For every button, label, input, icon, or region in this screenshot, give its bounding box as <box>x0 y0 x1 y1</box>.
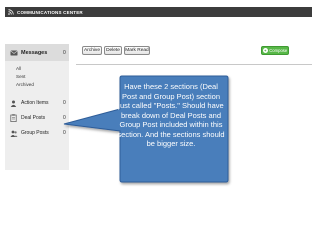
person-icon <box>9 99 18 108</box>
messages-count: 0 <box>63 49 66 56</box>
delete-button[interactable]: Delete <box>104 46 122 55</box>
archive-button[interactable]: Archive <box>82 46 102 55</box>
sidebar-folder-archived[interactable]: Archived <box>16 82 34 87</box>
sidebar-item-group-posts[interactable]: Group Posts 0 <box>5 128 69 138</box>
sidebar-item-label: Deal Posts <box>21 115 46 121</box>
clipboard-icon <box>9 114 18 123</box>
sidebar: Messages 0 All Sent Archived Action Item… <box>5 44 69 170</box>
sidebar-item-deal-posts[interactable]: Deal Posts 0 <box>5 113 69 123</box>
envelope-icon <box>9 48 18 57</box>
compose-button[interactable]: + Compose <box>261 46 289 55</box>
sidebar-item-label: Messages <box>21 49 48 56</box>
callout-text: Have these 2 sections (Deal Post and Gro… <box>117 82 225 148</box>
app-header-bar: COMMUNICATIONS CENTER <box>5 7 312 17</box>
sidebar-item-label: Action Items <box>21 100 49 106</box>
sidebar-folder-sent[interactable]: Sent <box>16 74 25 79</box>
mark-read-button[interactable]: Mark Read <box>124 46 150 55</box>
app-title: COMMUNICATIONS CENTER <box>17 9 83 15</box>
action-items-count: 0 <box>63 100 66 106</box>
sidebar-folder-all[interactable]: All <box>16 66 21 71</box>
deal-posts-count: 0 <box>63 115 66 121</box>
rss-feed-icon <box>7 9 14 16</box>
group-icon <box>9 129 18 138</box>
sidebar-item-messages[interactable]: Messages 0 <box>5 44 69 61</box>
plus-icon: + <box>262 48 268 53</box>
sidebar-item-action-items[interactable]: Action Items 0 <box>5 98 69 108</box>
sidebar-item-label: Group Posts <box>21 130 49 136</box>
content-divider <box>76 64 312 65</box>
compose-label: Compose <box>269 48 288 53</box>
group-posts-count: 0 <box>63 130 66 136</box>
